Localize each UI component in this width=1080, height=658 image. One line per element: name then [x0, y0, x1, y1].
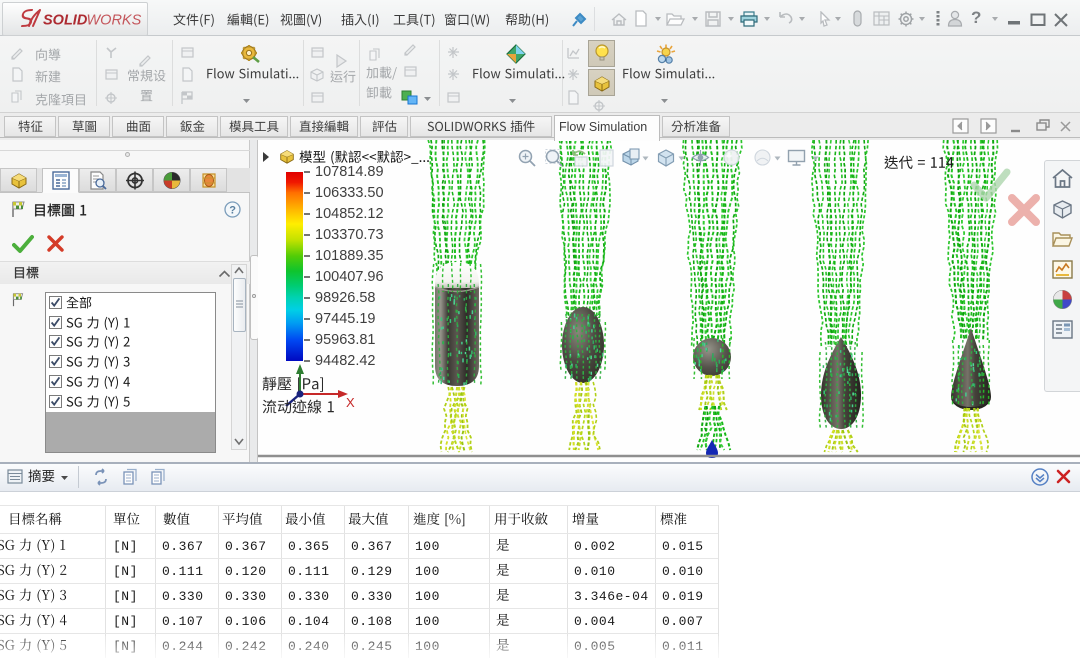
svg-text:WORKS: WORKS	[87, 13, 142, 29]
svg-text:SOLID: SOLID	[43, 13, 88, 29]
svg-text:X: X	[346, 395, 355, 410]
svg-text:?: ?	[229, 205, 236, 217]
